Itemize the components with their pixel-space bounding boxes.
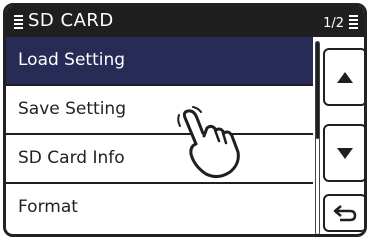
- back-button[interactable]: [323, 194, 364, 232]
- device-screen: SD CARD 1/2 Load Setting Save Setting SD…: [3, 3, 367, 237]
- menu-item-sd-card-info[interactable]: SD Card Info: [6, 135, 313, 184]
- return-arrow-icon: [333, 205, 357, 222]
- scroll-up-button[interactable]: [323, 48, 364, 106]
- scroll-down-button[interactable]: [323, 124, 364, 182]
- scrollbar-thumb[interactable]: [316, 42, 319, 139]
- title-bar: SD CARD 1/2: [6, 6, 364, 37]
- triangle-up-icon: [337, 71, 353, 83]
- page-indicator: 1/2: [323, 16, 344, 31]
- screen-title: SD CARD: [28, 10, 114, 31]
- menu-item-save-setting[interactable]: Save Setting: [6, 86, 313, 135]
- list-icon: [14, 15, 23, 29]
- menu-list: Load Setting Save Setting SD Card Info F…: [6, 37, 313, 234]
- menu-item-format[interactable]: Format: [6, 184, 313, 233]
- menu-item-load-setting[interactable]: Load Setting: [6, 37, 313, 86]
- list-icon: [349, 15, 358, 29]
- triangle-down-icon: [337, 147, 353, 159]
- scrollbar[interactable]: [315, 41, 320, 234]
